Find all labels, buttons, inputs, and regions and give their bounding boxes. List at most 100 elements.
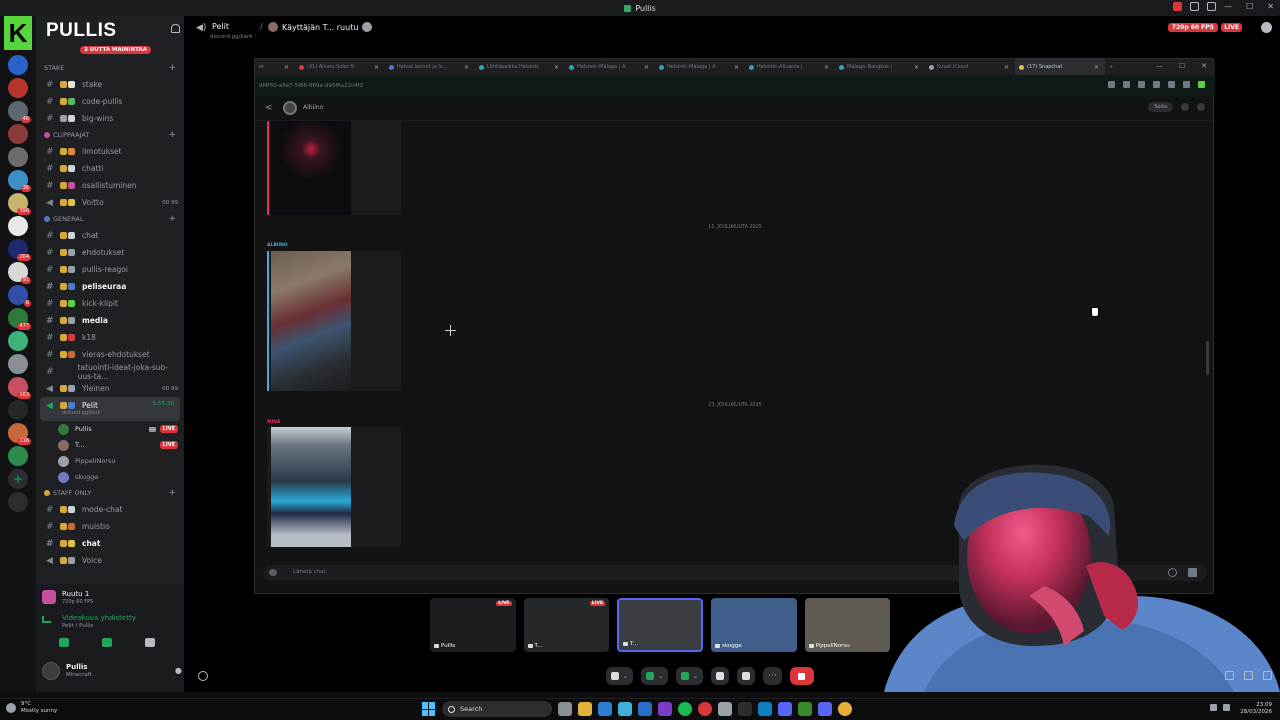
server-icon[interactable]: 91 (8, 262, 31, 284)
share-screen-button[interactable]: ⌄ (676, 667, 704, 685)
channel-big-wins[interactable]: # big-wins (36, 110, 184, 127)
close-tab-icon[interactable]: ✕ (1004, 64, 1009, 71)
snap-thumbnail[interactable] (271, 427, 351, 547)
browser-tab[interactable]: Helsinki–Málaga | A ✕ (565, 59, 655, 75)
stream-tile[interactable]: T... (617, 598, 703, 652)
star-icon[interactable] (1153, 81, 1160, 88)
stream-tile[interactable]: skugge (710, 598, 797, 652)
discord-icon[interactable] (818, 702, 832, 716)
channel-ilmotukset[interactable]: # ilmotukset (36, 143, 184, 160)
server-icon[interactable]: 396 (8, 193, 31, 215)
activities-icon[interactable] (144, 638, 155, 647)
category-general[interactable]: GENERAL + (36, 211, 184, 227)
add-channel-icon[interactable]: + (168, 214, 176, 224)
close-tab-icon[interactable]: ✕ (464, 64, 469, 71)
volume-icon[interactable] (1223, 704, 1230, 711)
close-tab-icon[interactable]: ✕ (374, 64, 379, 71)
close-window-button[interactable]: ✕ (1201, 62, 1207, 70)
channel-media[interactable]: # media (36, 312, 184, 329)
bell-icon[interactable] (171, 24, 180, 33)
avatar[interactable] (283, 101, 297, 115)
browser-tab[interactable]: Halvat lennot ja lo... ✕ (385, 59, 475, 75)
app-icon[interactable] (718, 702, 732, 716)
camera-icon[interactable] (269, 569, 277, 576)
channel-osallistuminen[interactable]: # osallistuminen (36, 177, 184, 194)
server-icon[interactable] (8, 354, 28, 374)
avatar[interactable] (42, 662, 60, 680)
browser-tab[interactable]: Helsinki–Alicante | ✕ (745, 59, 835, 75)
fullscreen-icon[interactable] (1263, 671, 1272, 680)
avatar[interactable] (58, 439, 69, 451)
stream-tile[interactable]: PippeliNorsu (804, 598, 891, 652)
back-icon[interactable]: < (265, 103, 273, 113)
close-tab-icon[interactable]: ✕ (644, 64, 649, 71)
channel-vieras-ehdotukset[interactable]: # vieras-ehdotukset (36, 346, 184, 363)
app-icon[interactable] (758, 702, 772, 716)
profile-icon[interactable] (1183, 81, 1190, 88)
taskbar-search[interactable]: Search (442, 701, 552, 717)
close-tab-icon[interactable]: ✕ (554, 64, 559, 71)
clock[interactable]: 23.09 28/03/2026 (1240, 702, 1272, 716)
screen-share-icon[interactable] (101, 638, 112, 647)
inbox-icon[interactable] (1190, 2, 1199, 11)
extension-icon[interactable] (1168, 81, 1175, 88)
snap-message[interactable] (267, 121, 401, 215)
server-icon[interactable] (8, 55, 28, 75)
extension-icon[interactable] (1123, 81, 1130, 88)
chrome-icon[interactable] (838, 702, 852, 716)
voice-user[interactable]: skugge (36, 469, 184, 485)
edge-icon[interactable] (598, 702, 612, 716)
spotify-icon[interactable] (678, 702, 692, 716)
add-channel-icon[interactable]: + (168, 130, 176, 140)
browser-tab[interactable]: (17) Snapchat ✕ (1015, 59, 1105, 75)
browser-tab[interactable]: Helsinki–Málaga | A ✕ (655, 59, 745, 75)
category-staff[interactable]: STAFF ONLY + (36, 485, 184, 501)
file-explorer-icon[interactable] (578, 702, 592, 716)
server-icon[interactable] (8, 331, 28, 351)
server-icon[interactable]: 163 (8, 377, 31, 399)
channel-voice-pelit[interactable]: ◀ Pelit discord.gg/kark 5:55:30 (40, 397, 180, 421)
close-tab-icon[interactable]: ✕ (284, 64, 289, 71)
channel-chatti[interactable]: # chatti (36, 160, 184, 177)
close-tab-icon[interactable]: ✕ (734, 64, 739, 71)
channel-k18[interactable]: # k18 (36, 329, 184, 346)
channel-muistio[interactable]: # muistio (36, 518, 184, 535)
server-icon[interactable] (8, 78, 28, 98)
voice-user[interactable]: PippeliNorsu (36, 453, 184, 469)
maximize-button[interactable]: ☐ (1179, 62, 1185, 70)
category-clippaajat[interactable]: CLIPPAAJAT + (36, 127, 184, 143)
channel-code-pullis[interactable]: # code-pullis (36, 93, 184, 110)
avatar[interactable] (58, 471, 69, 483)
activities-button[interactable] (711, 667, 730, 685)
chat-icon[interactable] (1261, 22, 1272, 33)
chevron-down-icon[interactable]: ⌄ (658, 673, 663, 680)
channel-yleinen[interactable]: ◀ Yleinen 00 99 (36, 380, 184, 397)
soundboard-button[interactable] (737, 667, 756, 685)
avatar[interactable] (58, 423, 69, 435)
server-icon[interactable]: 264 (8, 239, 31, 261)
channel-kick-klipit[interactable]: # kick-klipit (36, 295, 184, 312)
mic-button[interactable]: ⌄ (606, 667, 634, 685)
stream-tile[interactable]: LIVE T... (523, 598, 610, 652)
server-icon[interactable]: 116 (8, 423, 31, 445)
server-header[interactable]: K PULLIS 3 UUTTA MAININTAA (4, 16, 184, 60)
weather-widget[interactable]: 9°C Mostly sunny (6, 701, 57, 715)
signal-icon[interactable] (42, 616, 51, 623)
voice-status-title[interactable]: Videokuva yhdistetty (62, 614, 136, 622)
server-icon[interactable] (8, 124, 28, 144)
snap-thumbnail[interactable] (271, 251, 351, 391)
add-channel-icon[interactable]: + (168, 63, 176, 73)
wifi-icon[interactable] (1210, 704, 1217, 711)
voice-invite-icon[interactable] (198, 671, 208, 681)
channel-mode-chat[interactable]: # mode-chat (36, 501, 184, 518)
app-icon[interactable] (658, 702, 672, 716)
quality-badge[interactable]: 720p 60 FPS (1167, 23, 1218, 32)
mentions-pill[interactable]: 3 UUTTA MAININTAA (80, 46, 151, 54)
camera-icon[interactable] (58, 638, 69, 647)
channel-chat[interactable]: # chat (36, 227, 184, 244)
discover-icon[interactable] (8, 492, 28, 512)
record-icon[interactable] (1173, 2, 1182, 11)
channel-stake[interactable]: # stake (36, 76, 184, 93)
channel-voitto[interactable]: ◀ Voitto 00 99 (36, 194, 184, 211)
maximize-button[interactable]: ☐ (1246, 2, 1253, 11)
